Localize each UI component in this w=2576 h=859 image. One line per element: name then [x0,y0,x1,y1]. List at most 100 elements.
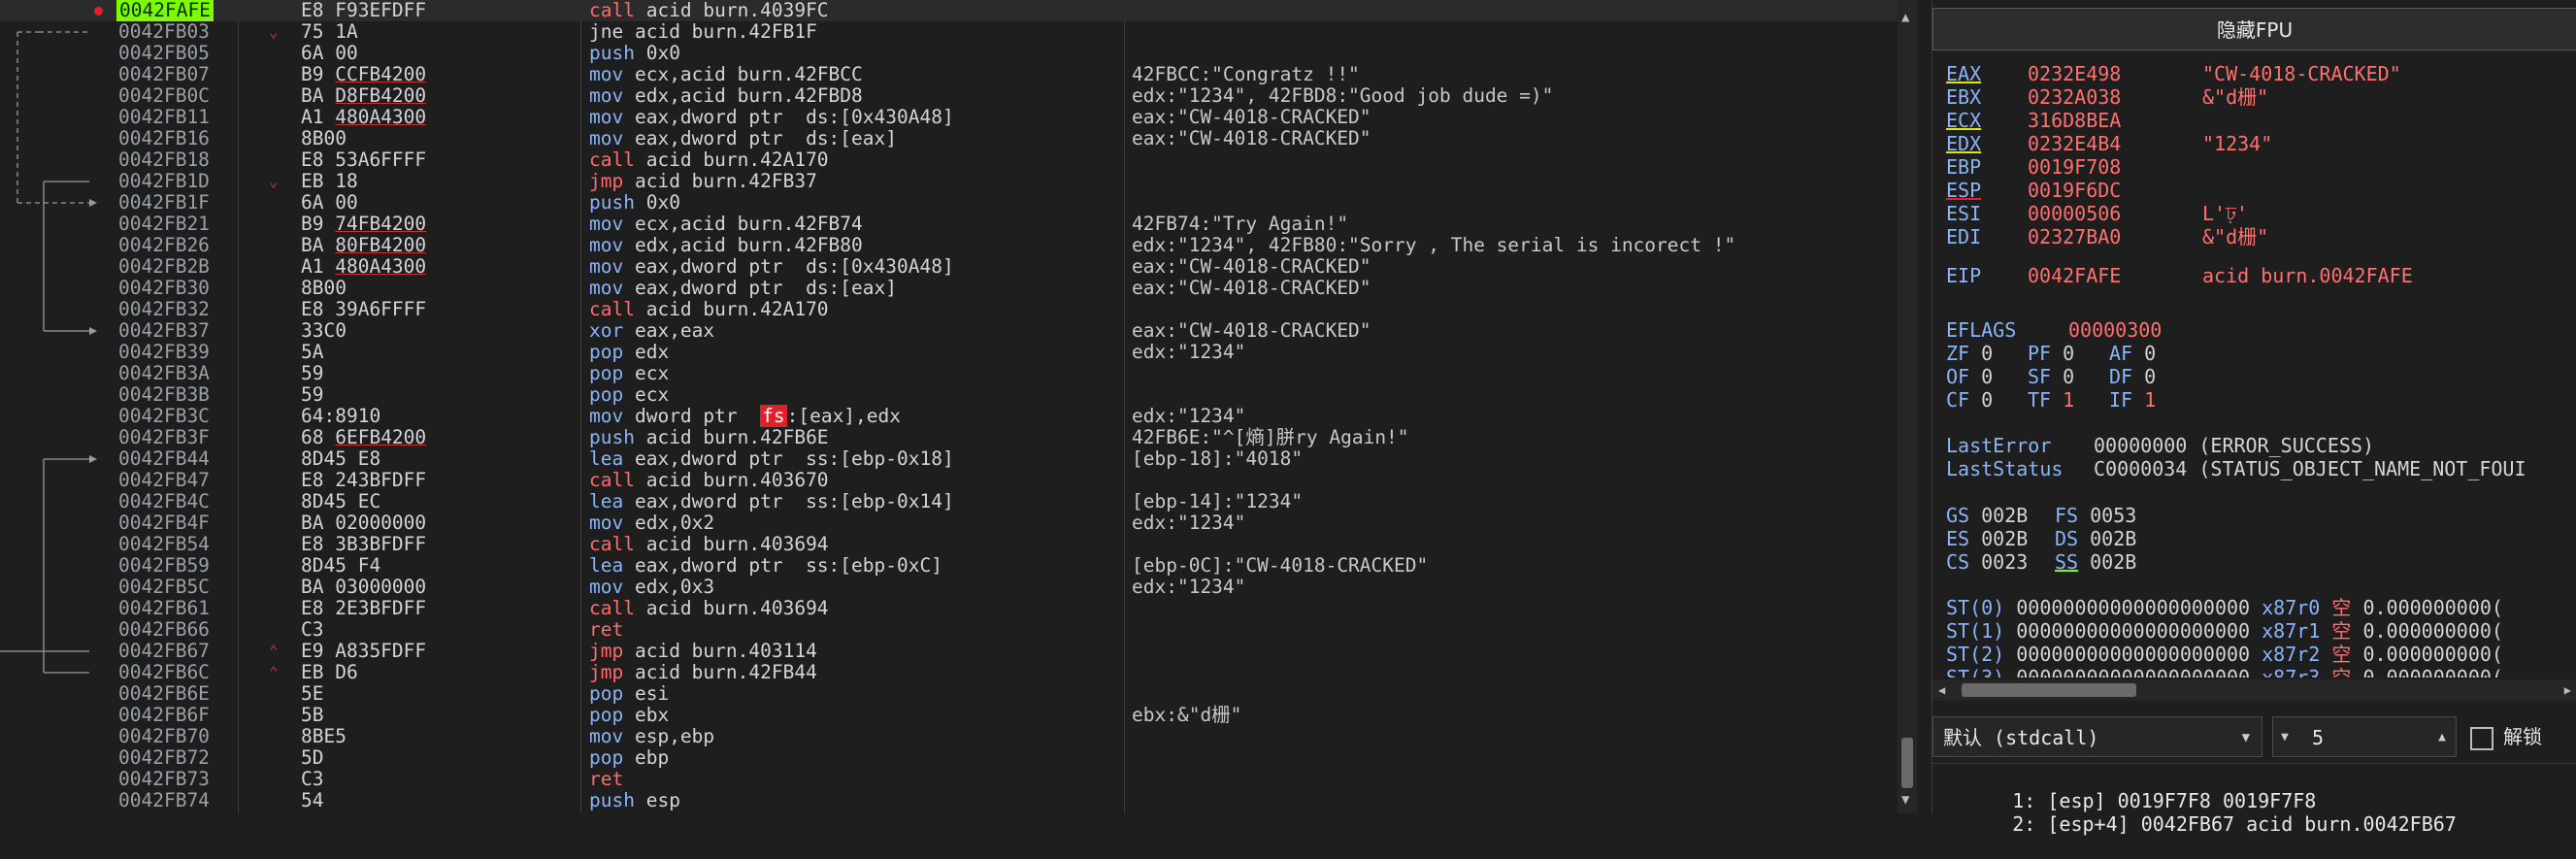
disasm-row[interactable]: 0042FB37 33C0 xor eax,eax eax:"CW-4018-CRAC… [0,320,1898,342]
disasm-row[interactable]: 0042FB5C BA 03000000 mov edx,0x3 edx:"1234" [0,577,1898,598]
disasm-row[interactable]: 0042FB18 E8 53A6FFFF call acid burn.42A170 [0,149,1898,171]
register-row[interactable]: EDX 0232E4B4 "1234" [1946,132,2272,155]
chevron-down-icon[interactable]: ▼ [2281,717,2289,758]
scrollbar-thumb[interactable] [1962,683,2136,697]
flag-zf[interactable]: ZF 0 [1946,342,1993,365]
register-value[interactable]: 00000506 [2028,202,2202,225]
register-value[interactable]: 0232A038 [2028,85,2202,109]
segment-cs[interactable]: CS 0023 [1946,550,2028,574]
fpu-st-row[interactable]: ST(3) 00000000000000000000 x87r3 空 0.000… [1946,666,2576,677]
disasm-row[interactable]: 0042FB4C 8D45 EC lea eax,dword ptr ss:[ebp… [0,491,1898,512]
flag-value[interactable]: 0 [1981,365,1993,388]
disasm-row[interactable]: 0042FB30 8B00 mov eax,dword ptr ds:[eax] ea… [0,278,1898,299]
disasm-row[interactable]: 0042FB47 E8 243BFDFF call acid burn.403670 [0,470,1898,491]
flag-value[interactable]: 0 [1981,388,1993,412]
flag-af[interactable]: AF 0 [2109,342,2156,365]
flag-value[interactable]: 0 [2063,365,2074,388]
register-row[interactable]: EDI 02327BA0 &"d栅" [1946,225,2268,248]
scroll-up-icon[interactable]: ▲ [1901,10,1909,25]
flag-tf[interactable]: TF 1 [2028,388,2074,412]
segment-ds[interactable]: DS 002B [2055,527,2136,550]
disasm-row[interactable]: 0042FB05 6A 00 push 0x0 [0,43,1898,64]
disasm-row[interactable]: 0042FB16 8B00 mov eax,dword ptr ds:[eax] ea… [0,128,1898,149]
flag-value[interactable]: 0 [2144,365,2156,388]
disasm-row[interactable]: 0042FB72 5D pop ebp [0,747,1898,769]
flag-value[interactable]: 0 [1981,342,1993,365]
flag-if[interactable]: IF 1 [2109,388,2156,412]
stack-arg-row[interactable]: 2: [esp+4] 0042FB67 acid burn.0042FB67 [1942,789,2457,836]
disasm-row[interactable]: 0042FB59 8D45 F4 lea eax,dword ptr ss:[ebp… [0,555,1898,577]
disasm-row[interactable]: 0042FB54 E8 3B3BFDFF call acid burn.403694 [0,534,1898,555]
disasm-row[interactable]: 0042FB6F 5B pop ebx ebx:&"d栅" [0,705,1898,726]
disasm-row[interactable]: 0042FB6C ⌃ EB D6 jmp acid burn.42FB44 [0,662,1898,683]
calling-convention-select[interactable]: 默认 (stdcall) ▼ [1932,716,2262,757]
register-value[interactable]: 0019F6DC [2028,179,2202,202]
disasm-row[interactable]: 0042FB1D ⌄ EB 18 jmp acid burn.42FB37 [0,171,1898,192]
breakpoint-icon[interactable] [94,7,103,16]
fpu-st-row[interactable]: ST(0) 00000000000000000000 x87r0 空 0.000… [1946,596,2576,619]
register-row[interactable]: ESP 0019F6DC [1946,179,2202,202]
hide-fpu-button[interactable]: 隐藏FPU [1932,8,2576,50]
flag-value[interactable]: 0 [2063,342,2074,365]
register-row[interactable]: ECX 316D8BEA [1946,109,2202,132]
disasm-row[interactable]: 0042FB44 8D45 E8 lea eax,dword ptr ss:[ebp… [0,448,1898,470]
register-value[interactable]: 02327BA0 [2028,225,2202,248]
segment-fs[interactable]: FS 0053 [2055,504,2136,527]
register-row[interactable]: EBP 0019F708 [1946,155,2202,179]
fpu-st-row[interactable]: ST(2) 00000000000000000000 x87r2 空 0.000… [1946,643,2576,666]
disasm-row[interactable]: 0042FB32 E8 39A6FFFF call acid burn.42A170 [0,299,1898,320]
flag-value[interactable]: 1 [2063,388,2074,412]
flag-value[interactable]: 0 [2144,342,2156,365]
register-row-eflags[interactable]: EFLAGS 00000300 [1946,318,2243,342]
fpu-st-row[interactable]: ST(1) 00000000000000000000 x87r1 空 0.000… [1946,619,2576,643]
disasm-row[interactable]: 0042FB74 54 push esp [0,790,1898,811]
flag-value[interactable]: 1 [2144,388,2156,412]
disasm-row[interactable]: 0042FB66 C3 ret [0,619,1898,641]
flag-df[interactable]: DF 0 [2109,365,2156,388]
register-row-eip[interactable]: EIP 0042FAFE acid burn.0042FAFE [1946,264,2413,287]
disasm-row[interactable]: 0042FB4F BA 02000000 mov edx,0x2 edx:"1234" [0,512,1898,534]
disasm-row[interactable]: 0042FB26 BA 80FB4200 mov edx,acid burn.42F… [0,235,1898,256]
register-row[interactable]: EBX 0232A038 &"d栅" [1946,85,2268,109]
register-value[interactable]: 316D8BEA [2028,109,2202,132]
segment-gs[interactable]: GS 002B [1946,504,2028,527]
register-row[interactable]: EAX 0232E498 "CW-4018-CRACKED" [1946,62,2401,85]
registers-hscrollbar[interactable]: ◀ ▶ [1932,679,2576,701]
disasm-row[interactable]: 0042FB39 5A pop edx edx:"1234" [0,342,1898,363]
disasm-row[interactable]: 0042FB3C 64:8910 mov dword ptr fs:[eax],ed… [0,405,1898,427]
checkbox-box[interactable] [2470,726,2493,750]
disasm-row[interactable]: 0042FB3F 68 6EFB4200 push acid burn.42FB6E… [0,427,1898,448]
scrollbar-thumb[interactable] [1901,738,1913,788]
disasm-row[interactable]: 0042FB03 ⌄ 75 1A jne acid burn.42FB1F [0,21,1898,43]
disasm-row[interactable]: 0042FB07 B9 CCFB4200 mov ecx,acid burn.42F… [0,64,1898,85]
disasm-row[interactable]: 0042FB2B A1 480A4300 mov eax,dword ptr ds:… [0,256,1898,278]
disasm-row[interactable]: 0042FB1F 6A 00 push 0x0 [0,192,1898,214]
register-value[interactable]: 0042FAFE [2028,264,2202,287]
register-value[interactable]: 0019F708 [2028,155,2202,179]
segment-ss[interactable]: SS 002B [2055,550,2136,574]
disasm-row[interactable]: 0042FAFE E8 F93EFDFF call acid burn.4039FC [0,0,1898,21]
disasm-row[interactable]: 0042FB70 8BE5 mov esp,ebp [0,726,1898,747]
register-value[interactable]: 0232E4B4 [2028,132,2202,155]
flag-pf[interactable]: PF 0 [2028,342,2074,365]
flag-sf[interactable]: SF 0 [2028,365,2074,388]
register-value[interactable]: 0232E498 [2028,62,2202,85]
disasm-row[interactable]: 0042FB6E 5E pop esi [0,683,1898,705]
flag-of[interactable]: OF 0 [1946,365,1993,388]
arg-count-spinbox[interactable]: ▼ 5 ▲ [2272,716,2457,757]
disasm-row[interactable]: 0042FB61 E8 2E3BFDFF call acid burn.403694 [0,598,1898,619]
disasm-row[interactable]: 0042FB67 ⌃ E9 A835FDFF jmp acid burn.403114 [0,641,1898,662]
chevron-up-icon[interactable]: ▲ [2438,717,2446,758]
stack-arg-row[interactable]: 1: [esp] 0019F7F8 0019F7F8 [1942,766,2316,812]
laststatus-row[interactable]: LastStatus C0000034 (STATUS_OBJECT_NAME_N… [1946,457,2526,480]
disasm-row[interactable]: 0042FB21 B9 74FB4200 mov ecx,acid burn.42F… [0,214,1898,235]
disasm-scrollbar[interactable]: ▲ ▼ [1898,0,1917,813]
scroll-right-icon[interactable]: ▶ [2564,679,2571,701]
scroll-down-icon[interactable]: ▼ [1901,792,1909,808]
unlock-checkbox[interactable]: 解锁 [2470,722,2542,751]
disassembly-pane[interactable]: 0042FAFE E8 F93EFDFF call acid burn.4039FC… [0,0,1904,813]
disasm-row[interactable]: 0042FB73 C3 ret [0,769,1898,790]
register-value[interactable]: 00000300 [2068,318,2243,342]
lasterror-row[interactable]: LastError 00000000 (ERROR_SUCCESS) [1946,434,2374,457]
disasm-row[interactable]: 0042FB11 A1 480A4300 mov eax,dword ptr ds:… [0,107,1898,128]
